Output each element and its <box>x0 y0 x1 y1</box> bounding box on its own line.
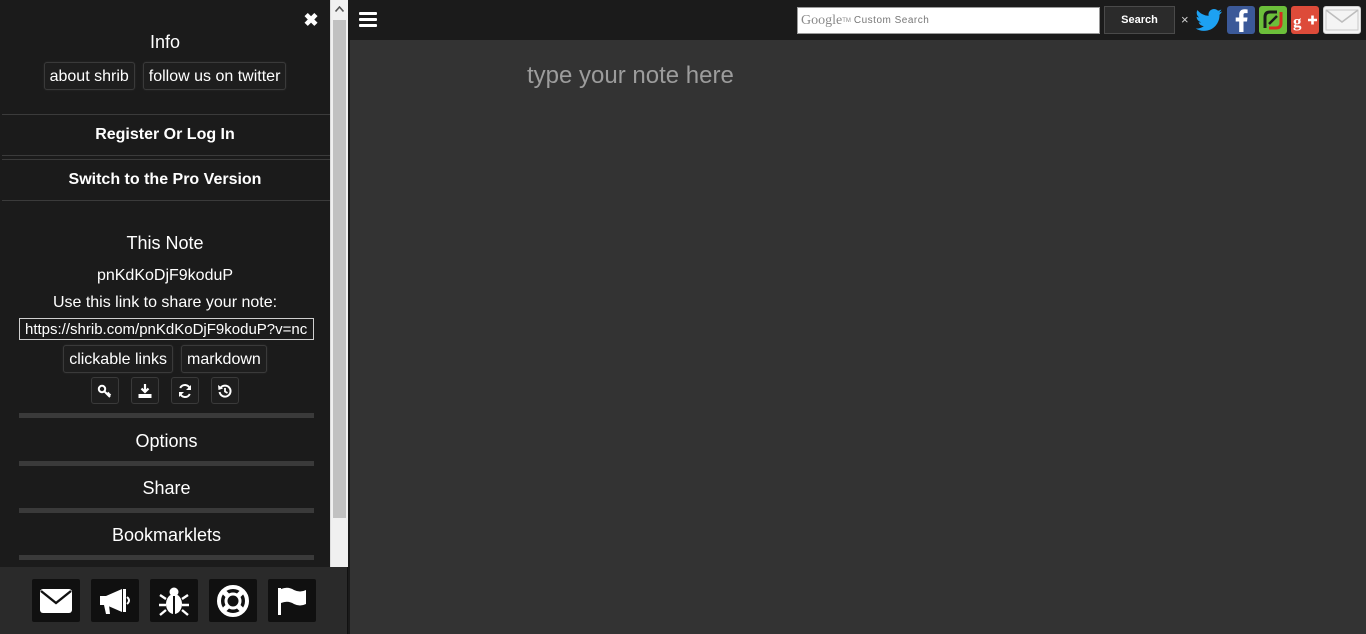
email-share-button[interactable] <box>1323 6 1361 34</box>
custom-search-input[interactable]: Google TM Custom Search <box>797 7 1100 34</box>
close-sidebar-button[interactable]: ✖ <box>302 9 320 31</box>
bottom-dock <box>0 567 348 634</box>
shrib-share-button[interactable] <box>1259 6 1287 34</box>
divider <box>19 413 314 418</box>
mail-icon <box>1325 9 1359 31</box>
search-button[interactable]: Search <box>1104 6 1175 34</box>
divider <box>19 508 314 513</box>
svg-text:g: g <box>1293 12 1302 31</box>
twitter-share-button[interactable] <box>1195 6 1223 34</box>
scroll-up-arrow[interactable] <box>331 0 348 17</box>
note-text-input[interactable] <box>525 56 1225 96</box>
download-icon <box>138 383 152 398</box>
key-icon <box>97 384 112 398</box>
clickable-links-button[interactable]: clickable links <box>63 345 173 373</box>
share-link-caption: Use this link to share your note: <box>52 294 278 311</box>
note-action-icons <box>0 377 330 404</box>
menu-icon-bar <box>359 24 377 27</box>
twitter-icon <box>1195 9 1222 31</box>
note-editor-area <box>350 40 1366 634</box>
flag-icon <box>277 587 306 615</box>
envelope-icon <box>39 588 72 613</box>
google-logo: Google <box>801 12 843 28</box>
facebook-icon <box>1235 9 1248 32</box>
announcements-button[interactable] <box>90 579 139 622</box>
divider <box>19 461 314 466</box>
format-buttons: clickable links markdown <box>0 345 330 373</box>
follow-twitter-button[interactable]: follow us on twitter <box>142 62 287 90</box>
menu-button[interactable] <box>359 12 377 28</box>
google-plus-icon: g <box>1293 12 1317 31</box>
chevron-up-icon <box>335 5 344 12</box>
contact-button[interactable] <box>31 579 80 622</box>
report-flag-button[interactable] <box>267 579 316 622</box>
scroll-thumb[interactable] <box>333 20 346 518</box>
divider <box>2 155 330 156</box>
markdown-button[interactable]: markdown <box>181 345 267 373</box>
history-icon <box>218 384 232 398</box>
shrib-share-icon <box>1263 10 1283 30</box>
facebook-share-button[interactable] <box>1227 6 1255 34</box>
register-login-link[interactable]: Register Or Log In <box>0 115 330 155</box>
megaphone-icon <box>99 588 130 614</box>
bookmarklets-section[interactable]: Bookmarklets <box>19 515 314 555</box>
options-section[interactable]: Options <box>19 421 314 461</box>
info-buttons: about shrib follow us on twitter <box>0 62 330 90</box>
lifebuoy-icon <box>216 584 249 617</box>
note-id: pnKdKoDjF9koduP <box>96 267 234 284</box>
share-section[interactable]: Share <box>19 468 314 508</box>
google-trademark: TM <box>842 17 851 24</box>
top-bar: Google TM Custom Search Search × g <box>350 0 1366 40</box>
refresh-button[interactable] <box>171 377 199 404</box>
bug-icon <box>158 587 189 616</box>
menu-icon-bar <box>359 18 377 21</box>
sidebar-scrollbar[interactable] <box>330 0 348 567</box>
bug-report-button[interactable] <box>149 579 198 622</box>
about-shrib-button[interactable]: about shrib <box>43 62 135 90</box>
share-link-field[interactable] <box>19 318 314 340</box>
menu-icon-bar <box>359 12 377 15</box>
help-button[interactable] <box>208 579 257 622</box>
this-note-title: This Note <box>126 233 204 253</box>
sidebar: ✖ Info about shrib follow us on twitter … <box>0 0 330 567</box>
refresh-icon <box>179 383 191 398</box>
google-plus-share-button[interactable]: g <box>1291 6 1319 34</box>
password-button[interactable] <box>91 377 119 404</box>
switch-pro-link[interactable]: Switch to the Pro Version <box>0 160 330 200</box>
clear-search-button[interactable]: × <box>1181 12 1189 27</box>
divider <box>2 200 330 201</box>
info-title: Info <box>149 32 181 52</box>
download-button[interactable] <box>131 377 159 404</box>
history-button[interactable] <box>211 377 239 404</box>
custom-search-placeholder: Custom Search <box>853 15 930 26</box>
divider <box>19 555 314 560</box>
